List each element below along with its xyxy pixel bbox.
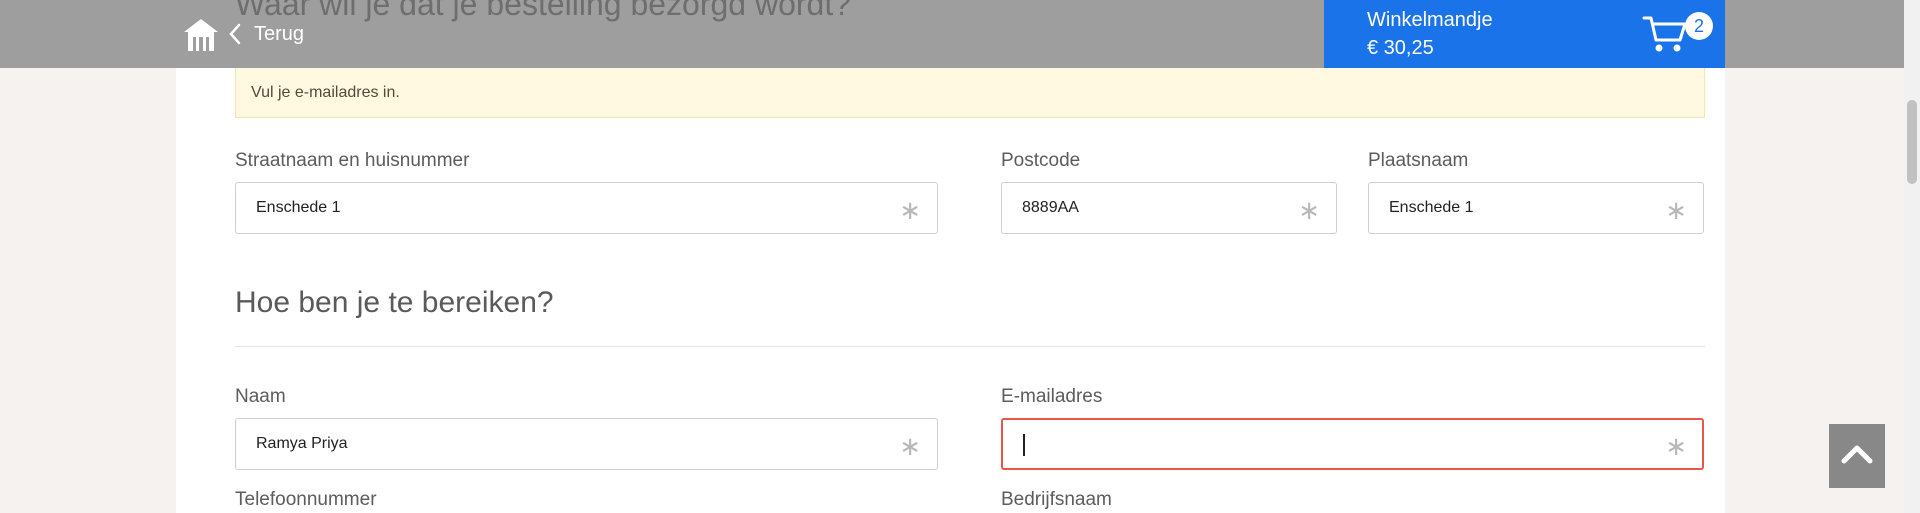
- street-label: Straatnaam en huisnummer: [235, 150, 470, 171]
- text-cursor: [1023, 434, 1025, 456]
- back-link[interactable]: Terug: [228, 20, 304, 48]
- section-divider: [235, 346, 1705, 347]
- scroll-to-top-button[interactable]: [1829, 424, 1885, 488]
- basket-total: € 30,25: [1367, 37, 1434, 59]
- required-asterisk-icon: ∗: [1665, 431, 1687, 461]
- scrollbar-thumb[interactable]: [1907, 100, 1917, 184]
- required-asterisk-icon: ∗: [899, 431, 921, 461]
- basket-title: Winkelmandje: [1367, 9, 1493, 31]
- city-field[interactable]: ∗: [1368, 182, 1704, 234]
- street-field[interactable]: ∗: [235, 182, 938, 234]
- contact-heading: Hoe ben je te bereiken?: [235, 286, 554, 319]
- name-input[interactable]: [236, 419, 937, 469]
- required-asterisk-icon: ∗: [899, 195, 921, 225]
- postcode-field[interactable]: ∗: [1001, 182, 1337, 234]
- chevron-up-icon: [1841, 445, 1873, 464]
- postcode-label: Postcode: [1001, 150, 1081, 171]
- delivery-heading: Waar wil je dat je bestelling bezorgd wo…: [235, 0, 852, 22]
- back-label: Terug: [254, 22, 305, 45]
- street-input[interactable]: [236, 183, 937, 233]
- cart-count-badge: 2: [1685, 12, 1713, 40]
- chevron-left-icon: [229, 23, 241, 45]
- postcode-input[interactable]: [1002, 183, 1336, 233]
- city-label: Plaatsnaam: [1368, 150, 1469, 171]
- cart-icon: [1642, 16, 1687, 52]
- validation-notice: Vul je e-mailadres in.: [235, 68, 1705, 118]
- home-logo-icon[interactable]: [182, 17, 220, 53]
- phone-label: Telefoonnummer: [235, 489, 377, 510]
- basket-button[interactable]: Winkelmandje € 30,25 2: [1324, 0, 1725, 68]
- required-asterisk-icon: ∗: [1298, 195, 1320, 225]
- top-bar: Waar wil je dat je bestelling bezorgd wo…: [0, 0, 1904, 68]
- city-input[interactable]: [1369, 183, 1703, 233]
- required-asterisk-icon: ∗: [1665, 195, 1687, 225]
- scrollbar[interactable]: [1904, 0, 1920, 513]
- email-field[interactable]: ∗: [1001, 418, 1704, 470]
- email-label: E-mailadres: [1001, 386, 1103, 407]
- name-label: Naam: [235, 386, 286, 407]
- email-input[interactable]: [1003, 420, 1702, 468]
- company-label: Bedrijfsnaam: [1001, 489, 1112, 510]
- name-field[interactable]: ∗: [235, 418, 938, 470]
- notice-text: Vul je e-mailadres in.: [251, 83, 400, 101]
